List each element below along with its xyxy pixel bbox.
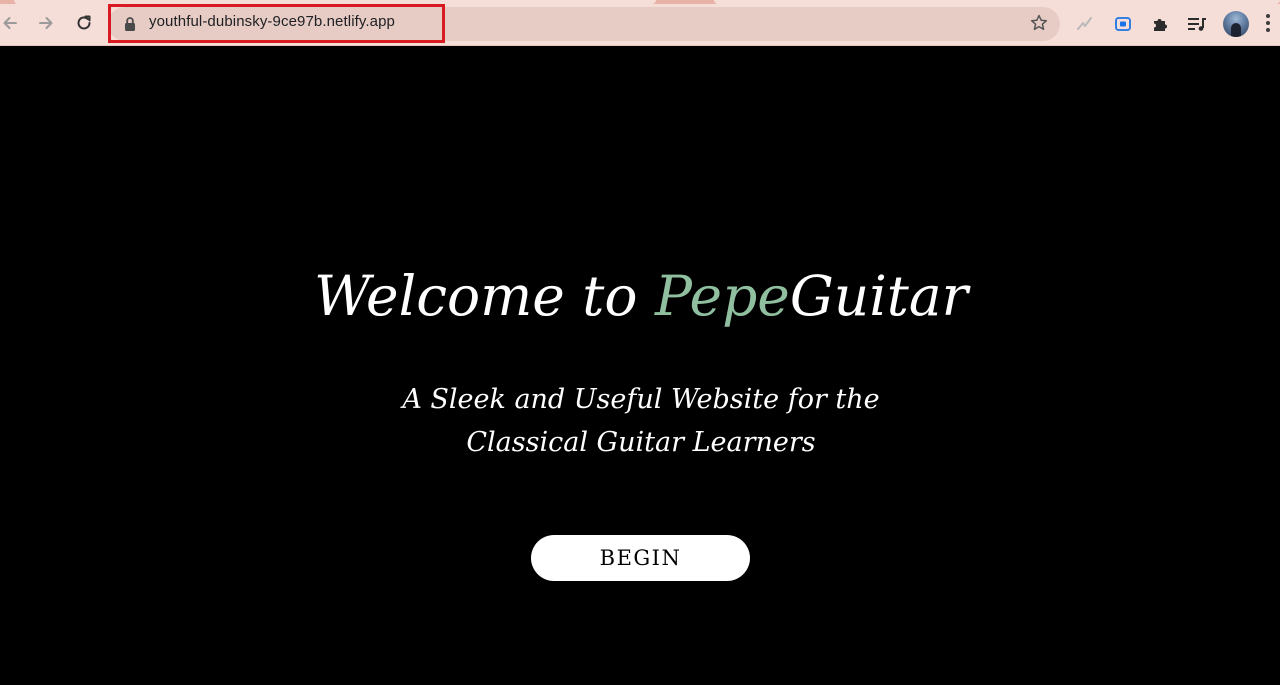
forward-arrow-icon (39, 17, 53, 29)
reload-icon (77, 15, 91, 30)
puzzle-piece-icon[interactable] (1148, 12, 1172, 36)
begin-button[interactable]: BEGIN (531, 535, 750, 581)
hero-subtitle: A Sleek and Useful Website for the Class… (402, 384, 880, 458)
hero-title: Welcome to PepeGuitar (0, 264, 1280, 328)
star-icon[interactable] (1029, 13, 1049, 33)
title-prefix: Welcome to (314, 264, 655, 328)
lock-icon[interactable] (122, 15, 138, 33)
browser-toolbar: youthful-dubinsky-9ce97b.netlify.app (0, 0, 1280, 46)
screen-capture-icon[interactable] (1111, 12, 1135, 36)
avatar[interactable] (1223, 11, 1249, 37)
media-queue-icon[interactable] (1185, 12, 1209, 36)
url-text[interactable]: youthful-dubinsky-9ce97b.netlify.app (149, 13, 395, 30)
tab-strip (0, 0, 1280, 4)
forward-button[interactable] (33, 10, 59, 36)
kebab-menu-icon[interactable] (1264, 14, 1272, 34)
title-accent: Pepe (655, 264, 790, 328)
landing-page: Welcome to PepeGuitar A Sleek and Useful… (0, 46, 1280, 685)
tab-active[interactable] (14, 0, 656, 4)
back-button[interactable] (0, 10, 23, 36)
activity-pulse-icon[interactable] (1073, 12, 1097, 36)
tab-inactive[interactable] (714, 0, 1280, 4)
reload-button[interactable] (71, 10, 97, 36)
back-arrow-icon (3, 17, 17, 29)
title-suffix: Guitar (789, 264, 968, 328)
